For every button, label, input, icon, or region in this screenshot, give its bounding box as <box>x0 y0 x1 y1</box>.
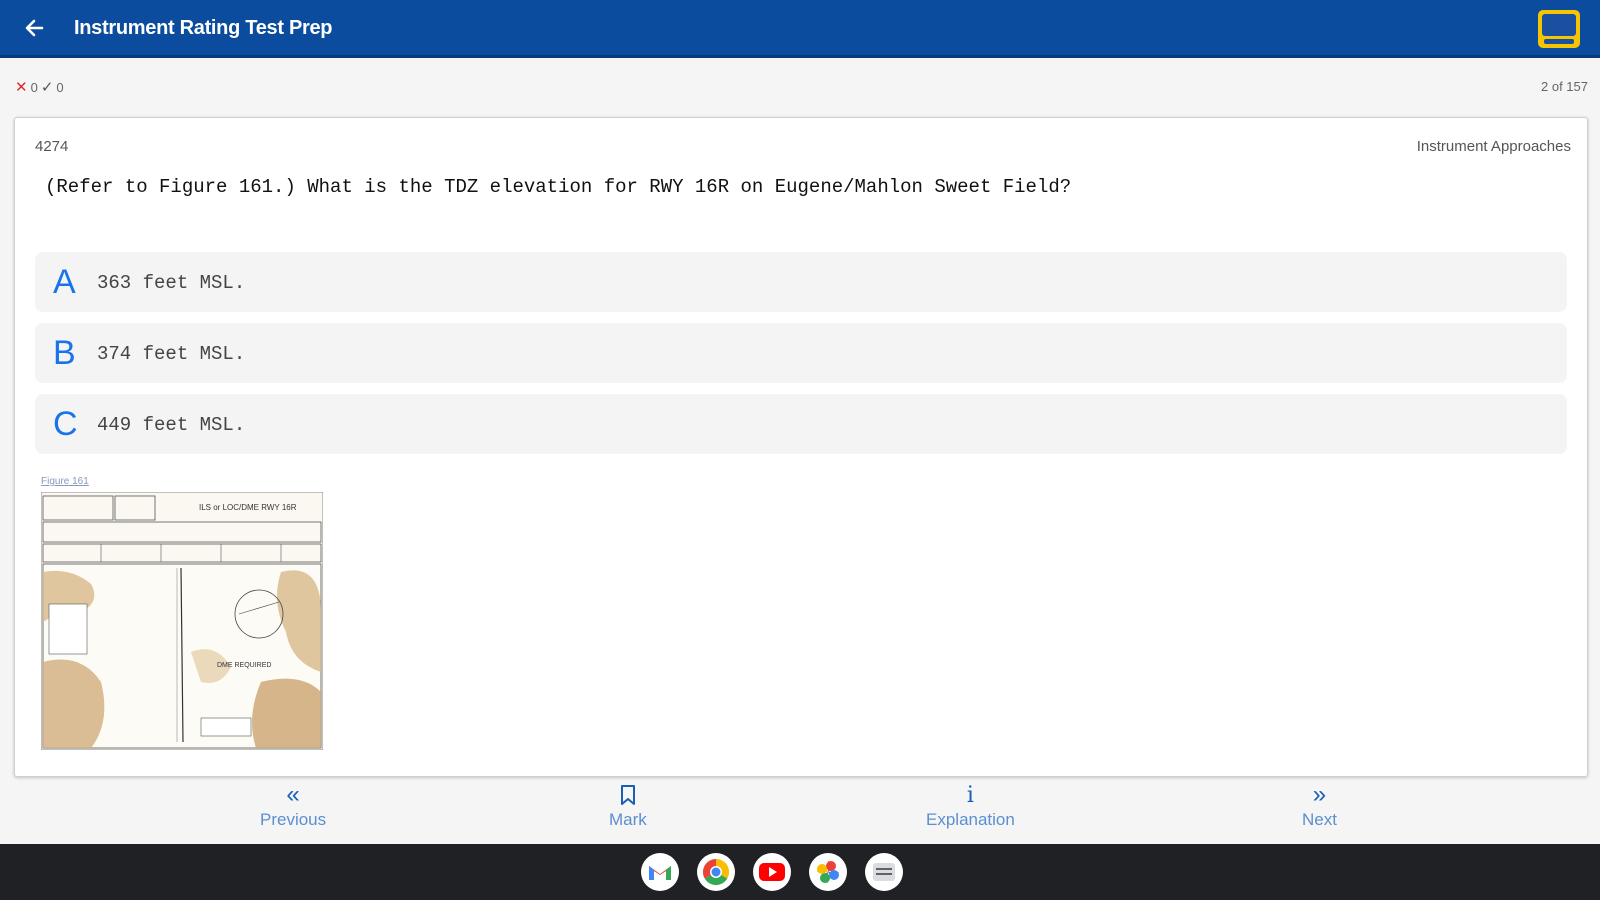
bookmark-icon <box>619 782 637 808</box>
question-id: 4274 <box>35 138 69 155</box>
figure-note: DME REQUIRED <box>217 662 271 669</box>
question-text: (Refer to Figure 161.) What is the TDZ e… <box>45 176 1072 198</box>
question-card: 4274 Instrument Approaches (Refer to Fig… <box>14 117 1588 777</box>
answer-option-c[interactable]: C 449 feet MSL. <box>35 394 1567 454</box>
question-category: Instrument Approaches <box>1416 138 1571 155</box>
status-row: ✕ 0 ✓ 0 2 of 157 <box>0 62 1600 110</box>
king-schools-logo-icon <box>1536 8 1582 50</box>
mark-button[interactable]: Mark <box>609 782 647 830</box>
answer-letter: A <box>53 263 76 301</box>
check-icon: ✓ <box>40 79 54 96</box>
answer-letter: B <box>53 334 76 372</box>
answer-option-a[interactable]: A 363 feet MSL. <box>35 252 1567 312</box>
score-counter: ✕ 0 ✓ 0 <box>15 78 64 96</box>
app-bar: Instrument Rating Test Prep <box>0 0 1600 58</box>
mark-label: Mark <box>609 810 647 829</box>
answer-text: 374 feet MSL. <box>97 343 246 365</box>
bottom-nav: « Previous Mark i Explanation » Next <box>0 780 1600 844</box>
figure-thumbnail[interactable]: Figure 161 ILS or LOC/DME RWY 16R DME RE… <box>35 474 327 764</box>
next-label: Next <box>1302 810 1337 829</box>
answer-text: 449 feet MSL. <box>97 414 246 436</box>
figure-chart-title: ILS or LOC/DME RWY 16R <box>199 503 297 512</box>
gmail-icon[interactable] <box>641 853 679 891</box>
figure-label: Figure 161 <box>41 476 89 487</box>
os-shelf <box>0 844 1600 900</box>
arrow-left-icon <box>25 19 44 37</box>
answer-option-b[interactable]: B 374 feet MSL. <box>35 323 1567 383</box>
chrome-icon[interactable] <box>697 853 735 891</box>
app-title: Instrument Rating Test Prep <box>74 17 333 39</box>
answer-letter: C <box>53 405 78 443</box>
explanation-button[interactable]: i Explanation <box>926 782 1015 830</box>
next-button[interactable]: » Next <box>1302 781 1337 830</box>
files-icon[interactable] <box>865 853 903 891</box>
youtube-icon[interactable] <box>753 853 791 891</box>
approach-chart-image: ILS or LOC/DME RWY 16R DME REQUIRED <box>41 492 323 750</box>
answer-text: 363 feet MSL. <box>97 272 246 294</box>
previous-label: Previous <box>260 810 327 829</box>
previous-button[interactable]: « Previous <box>260 781 327 830</box>
right-count: 0 <box>56 79 64 95</box>
info-icon: i <box>966 782 974 808</box>
wrong-count: 0 <box>30 79 38 95</box>
back-button[interactable] <box>20 14 48 42</box>
double-chevron-right-icon: » <box>1312 781 1327 808</box>
wrong-icon: ✕ <box>15 79 28 96</box>
question-progress: 2 of 157 <box>1541 79 1588 94</box>
photos-icon[interactable] <box>809 853 847 891</box>
explanation-label: Explanation <box>926 810 1015 829</box>
double-chevron-left-icon: « <box>286 781 300 808</box>
